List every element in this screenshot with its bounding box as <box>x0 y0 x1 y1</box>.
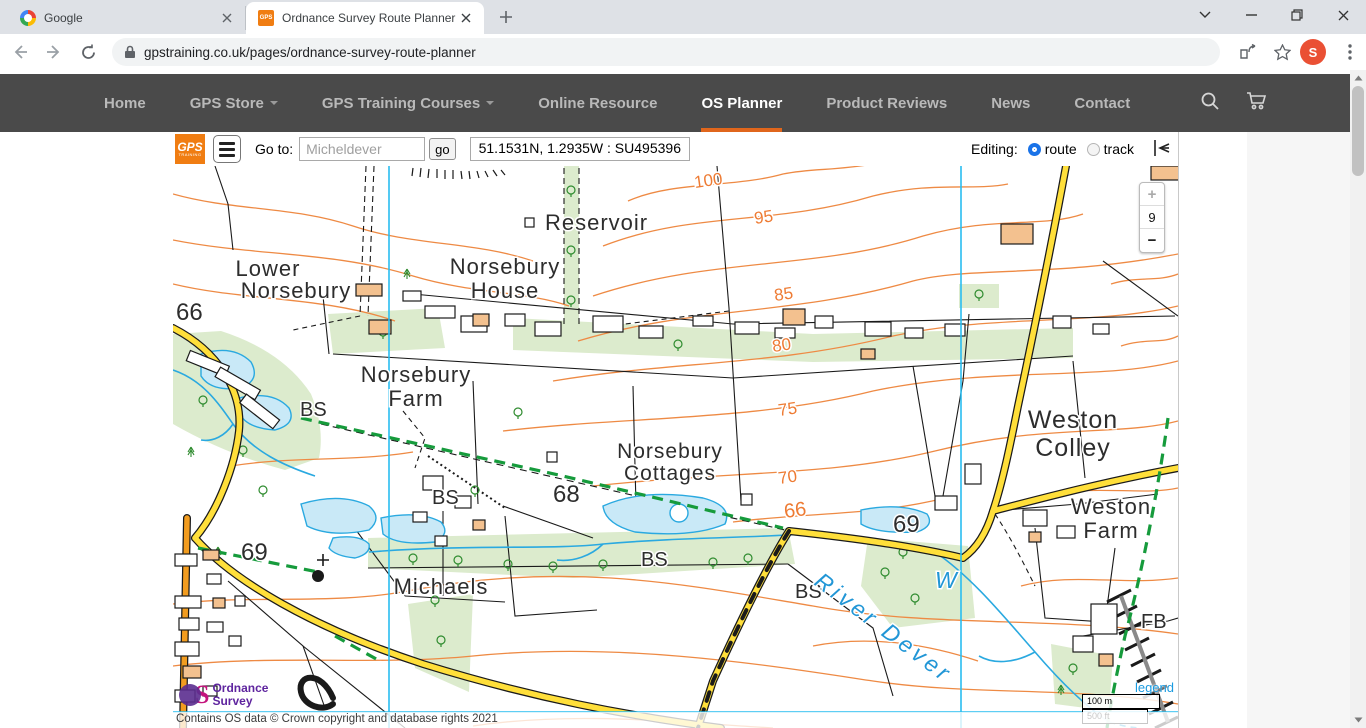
svg-text:85: 85 <box>773 284 794 305</box>
forward-icon[interactable] <box>40 38 68 66</box>
share-icon[interactable] <box>1234 38 1262 66</box>
svg-text:Norsebury: Norsebury <box>361 362 471 387</box>
svg-text:95: 95 <box>753 207 774 228</box>
page-background <box>1247 132 1350 728</box>
scroll-up-icon[interactable] <box>1350 70 1366 86</box>
gps-favicon: GPS <box>258 10 274 26</box>
window-controls <box>1182 0 1366 30</box>
svg-text:BS: BS <box>300 399 327 421</box>
coordinates-display: 51.1531N, 1.2935W : SU495396 <box>469 137 690 161</box>
browser-tab-strip: Google GPS Ordnance Survey Route Planner… <box>0 0 1366 34</box>
close-window-button[interactable] <box>1320 0 1366 30</box>
svg-text:BS: BS <box>641 549 668 571</box>
cart-icon[interactable] <box>1246 91 1268 116</box>
svg-text:W: W <box>935 567 959 593</box>
os-logo-icon <box>179 684 201 706</box>
address-bar[interactable]: gpstraining.co.uk/pages/ordnance-survey-… <box>112 38 1220 66</box>
profile-avatar[interactable]: S <box>1300 39 1326 65</box>
nav-home[interactable]: Home <box>104 74 146 132</box>
svg-text:Colley: Colley <box>1035 434 1110 462</box>
new-tab-button[interactable] <box>492 3 520 31</box>
goto-label: Go to: <box>255 141 294 157</box>
nav-online-resource[interactable]: Online Resource <box>538 74 657 132</box>
ordnance-survey-logo: S Ordnance Survey <box>179 680 268 710</box>
svg-text:Norsebury: Norsebury <box>450 254 560 279</box>
lock-icon <box>125 45 135 58</box>
svg-text:Norsebury: Norsebury <box>241 278 351 303</box>
minimize-button[interactable] <box>1228 0 1274 30</box>
chevron-down-icon <box>269 101 278 105</box>
svg-text:Cottages: Cottages <box>624 462 716 485</box>
tab-google[interactable]: Google <box>8 6 246 30</box>
tab-os-route-planner[interactable]: GPS Ordnance Survey Route Planner – <box>246 2 484 34</box>
svg-text:Weston: Weston <box>1071 494 1151 519</box>
kebab-menu-icon[interactable] <box>1336 38 1364 66</box>
nav-gps-training-courses[interactable]: GPS Training Courses <box>322 74 495 132</box>
track-radio[interactable] <box>1086 142 1100 156</box>
window-menu-chevron-icon[interactable] <box>1182 0 1228 30</box>
svg-text:Reservoir: Reservoir <box>545 210 648 235</box>
svg-text:80: 80 <box>771 335 792 356</box>
svg-text:Michaels: Michaels <box>394 574 489 599</box>
zoom-in-button[interactable]: + <box>1140 183 1164 206</box>
svg-text:Farm: Farm <box>388 386 443 411</box>
svg-text:Norsebury: Norsebury <box>617 440 723 463</box>
map-canvas[interactable]: Reservoir Lower Norsebury Norsebury Hous… <box>173 166 1178 728</box>
map-attribution: Contains OS data © Crown copyright and d… <box>173 712 1178 728</box>
goto-search-input[interactable] <box>299 137 426 161</box>
url-text: gpstraining.co.uk/pages/ordnance-survey-… <box>144 44 476 60</box>
nav-gps-store[interactable]: GPS Store <box>190 74 278 132</box>
editing-label: Editing: <box>971 141 1018 157</box>
zoom-out-button[interactable]: − <box>1140 229 1164 252</box>
nav-contact[interactable]: Contact <box>1074 74 1130 132</box>
reload-icon[interactable] <box>74 38 102 66</box>
scrollbar-thumb[interactable] <box>1352 86 1364 176</box>
track-label: track <box>1103 141 1134 157</box>
go-button[interactable]: go <box>429 138 456 160</box>
svg-text:BS: BS <box>432 487 459 509</box>
scale-metric: 100 m <box>1082 694 1160 709</box>
search-icon[interactable] <box>1200 91 1220 116</box>
nav-product-reviews[interactable]: Product Reviews <box>826 74 947 132</box>
browser-toolbar: gpstraining.co.uk/pages/ordnance-survey-… <box>0 34 1366 70</box>
nav-news[interactable]: News <box>991 74 1030 132</box>
svg-text:66: 66 <box>783 498 808 523</box>
map-toolbar: GPSTRAINING Go to: go 51.1531N, 1.2935W … <box>173 132 1178 166</box>
os-map: Reservoir Lower Norsebury Norsebury Hous… <box>173 166 1178 728</box>
svg-text:69: 69 <box>241 539 268 566</box>
site-navigation: Home GPS Store GPS Training Courses Onli… <box>0 74 1350 132</box>
svg-text:66: 66 <box>176 299 203 326</box>
os-planner-panel: GPSTRAINING Go to: go 51.1531N, 1.2935W … <box>173 132 1179 728</box>
svg-text:Farm: Farm <box>1083 518 1138 543</box>
bookmark-star-icon[interactable] <box>1268 38 1296 66</box>
svg-text:75: 75 <box>777 399 798 420</box>
legend-button[interactable]: legend <box>1135 680 1174 695</box>
svg-text:68: 68 <box>553 481 580 508</box>
svg-text:FB: FB <box>1141 611 1167 633</box>
nav-os-planner[interactable]: OS Planner <box>701 74 782 132</box>
scroll-down-icon[interactable] <box>1350 712 1366 728</box>
tab-title: Google <box>44 11 83 25</box>
route-radio[interactable] <box>1027 142 1041 156</box>
tab-close-icon[interactable] <box>219 10 235 26</box>
svg-text:House: House <box>471 278 540 303</box>
page-scrollbar[interactable] <box>1350 70 1366 728</box>
gps-training-logo: GPS TRAINING <box>175 134 205 164</box>
menu-hamburger-button[interactable] <box>213 135 241 163</box>
zoom-level: 9 <box>1140 206 1164 229</box>
collapse-panel-icon[interactable] <box>1152 138 1172 161</box>
tab-title: Ordnance Survey Route Planner – <box>282 11 458 25</box>
google-favicon <box>20 10 36 26</box>
map-zoom-control: + 9 − <box>1139 182 1165 253</box>
svg-text:100: 100 <box>693 169 724 192</box>
route-label: route <box>1044 141 1077 157</box>
back-icon[interactable] <box>6 38 34 66</box>
svg-text:70: 70 <box>777 467 798 488</box>
svg-text:Weston: Weston <box>1028 406 1118 434</box>
tab-close-icon[interactable] <box>458 10 474 26</box>
chevron-down-icon <box>486 101 495 105</box>
svg-text:69: 69 <box>893 511 920 538</box>
restore-button[interactable] <box>1274 0 1320 30</box>
